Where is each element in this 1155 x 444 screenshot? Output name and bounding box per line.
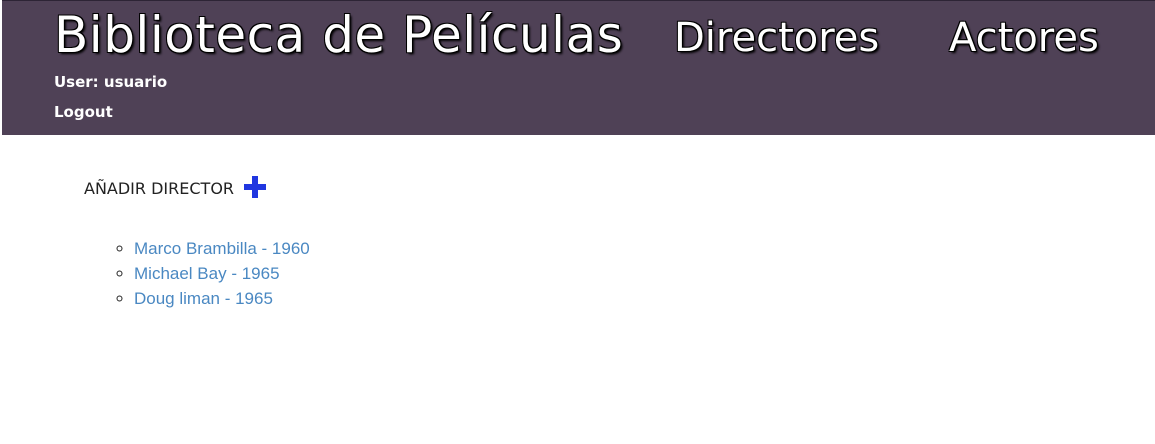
nav-actores-link[interactable]: Actores	[949, 11, 1099, 65]
director-link[interactable]: Michael Bay - 1965	[134, 264, 280, 283]
site-header: Biblioteca de Películas Directores Actor…	[2, 0, 1155, 135]
list-item: Doug liman - 1965	[134, 286, 310, 311]
logout-link[interactable]: Logout	[54, 102, 113, 122]
director-list: Marco Brambilla - 1960 Michael Bay - 196…	[94, 236, 310, 311]
add-director-label: AÑADIR DIRECTOR	[84, 179, 235, 198]
plus-icon[interactable]	[244, 176, 267, 198]
add-director-button[interactable]: AÑADIR DIRECTOR	[84, 176, 267, 202]
site-title: Biblioteca de Películas	[54, 6, 624, 64]
nav-directores-link[interactable]: Directores	[674, 11, 879, 65]
director-link[interactable]: Doug liman - 1965	[134, 289, 273, 308]
list-item: Michael Bay - 1965	[134, 261, 310, 286]
list-item: Marco Brambilla - 1960	[134, 236, 310, 261]
user-info: User: usuario	[54, 73, 168, 91]
director-link[interactable]: Marco Brambilla - 1960	[134, 239, 310, 258]
